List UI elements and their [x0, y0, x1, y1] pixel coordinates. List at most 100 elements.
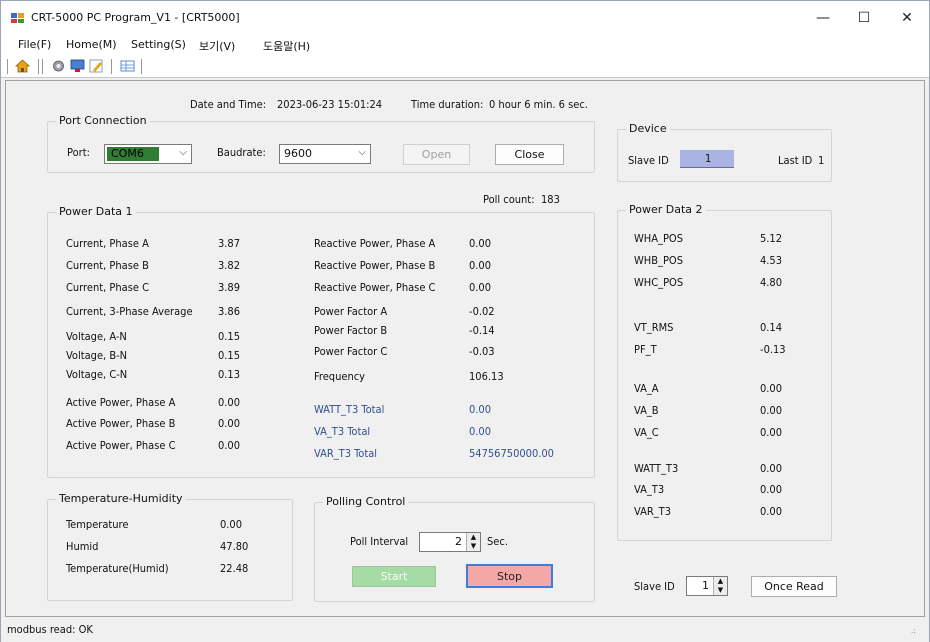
data-label: Humid: [66, 540, 99, 553]
menu-setting[interactable]: Setting(S): [131, 38, 186, 51]
power-data-2-title: Power Data 2: [626, 203, 706, 216]
data-label: Voltage, C-N: [66, 368, 128, 381]
table-icon[interactable]: [120, 59, 135, 73]
monitor-icon[interactable]: [70, 59, 85, 73]
data-value: 106.13: [469, 370, 504, 383]
window-title: CRT-5000 PC Program_V1 - [CRT5000]: [31, 11, 240, 24]
stepper-arrows-icon[interactable]: ▲ ▼: [466, 533, 480, 551]
data-label: Current, 3-Phase Average: [66, 305, 193, 318]
port-connection-title: Port Connection: [56, 114, 150, 127]
data-label: WATT_T3 Total: [314, 403, 385, 416]
slave-id-field[interactable]: 1: [680, 150, 734, 168]
maximize-button[interactable]: ☐: [844, 7, 884, 29]
chevron-down-icon: ⌵: [179, 147, 187, 158]
close-button[interactable]: Close: [495, 144, 564, 165]
data-label: Active Power, Phase B: [66, 417, 176, 430]
data-label: Voltage, B-N: [66, 349, 128, 362]
start-button[interactable]: Start: [352, 566, 436, 587]
data-label: Active Power, Phase A: [66, 396, 176, 409]
poll-count-value: 183: [541, 193, 560, 206]
data-label: VAR_T3: [634, 505, 671, 518]
port-select[interactable]: COM6 ⌵: [104, 144, 192, 164]
menu-file[interactable]: File(F): [18, 38, 51, 51]
data-value: 0.00: [218, 439, 241, 452]
data-label: Reactive Power, Phase A: [314, 237, 436, 250]
datetime-label: Date and Time:: [190, 98, 267, 111]
port-connection-group: Port Connection Port: COM6 ⌵ Baudrate: 9…: [47, 114, 595, 173]
data-value: 3.87: [218, 237, 241, 250]
data-label: Temperature: [66, 518, 129, 531]
stop-button[interactable]: Stop: [466, 564, 553, 588]
data-value: 4.80: [760, 276, 783, 289]
resize-grip-icon[interactable]: .:: [911, 626, 916, 635]
port-label: Port:: [67, 146, 90, 159]
data-label: WHC_POS: [634, 276, 684, 289]
menu-view[interactable]: 보기(V): [199, 38, 235, 54]
data-value: 47.80: [220, 540, 249, 553]
data-value: 0.00: [469, 403, 492, 416]
last-id-label: Last ID: [778, 154, 813, 167]
data-label: Power Factor A: [314, 305, 388, 318]
status-text: modbus read: OK: [7, 623, 93, 636]
menu-bar: File(F) Home(M) Setting(S) 보기(V) 도움말(H): [1, 35, 929, 55]
minimize-button[interactable]: —: [803, 7, 843, 29]
toolbar-separator: [141, 59, 142, 74]
poll-count-label: Poll count:: [483, 193, 535, 206]
poll-interval-stepper[interactable]: 2 ▲ ▼: [419, 532, 481, 552]
data-label: WHB_POS: [634, 254, 684, 267]
poll-interval-unit: Sec.: [487, 535, 508, 548]
chevron-down-icon: ⌵: [358, 147, 366, 158]
menu-help[interactable]: 도움말(H): [263, 38, 310, 54]
slave-id-stepper[interactable]: 1 ▲ ▼: [686, 576, 728, 596]
device-group: Device Slave ID 1 Last ID 1: [617, 122, 832, 182]
open-button[interactable]: Open: [403, 144, 470, 165]
slave-id-value: 1: [705, 152, 712, 165]
baudrate-label: Baudrate:: [217, 146, 266, 159]
data-label: Current, Phase C: [66, 281, 150, 294]
data-label: WHA_POS: [634, 232, 683, 245]
poll-interval-value: 2: [455, 535, 462, 548]
duration-label: Time duration:: [411, 98, 484, 111]
last-id-value: 1: [818, 154, 825, 167]
data-value: 22.48: [220, 562, 249, 575]
data-label: PF_T: [634, 343, 657, 356]
duration-value: 0 hour 6 min. 6 sec.: [489, 98, 588, 111]
app-icon: [11, 13, 24, 23]
gear-icon[interactable]: [51, 59, 66, 73]
data-value: 0.00: [760, 404, 783, 417]
data-value: 0.00: [760, 462, 783, 475]
toolbar-grip: [7, 59, 8, 74]
temperature-humidity-title: Temperature-Humidity: [56, 492, 186, 505]
slave-id-read-label: Slave ID: [634, 580, 675, 593]
data-label: Active Power, Phase C: [66, 439, 176, 452]
data-value: -0.14: [469, 324, 495, 337]
data-value: 0.00: [760, 426, 783, 439]
data-value: 0.00: [760, 505, 783, 518]
baudrate-select[interactable]: 9600 ⌵: [279, 144, 371, 164]
menu-home[interactable]: Home(M): [66, 38, 117, 51]
data-label: Reactive Power, Phase C: [314, 281, 436, 294]
data-value: -0.13: [760, 343, 786, 356]
stepper-arrows-icon[interactable]: ▲ ▼: [713, 577, 727, 595]
data-label: VA_T3 Total: [314, 425, 371, 438]
data-value: -0.03: [469, 345, 495, 358]
data-label: VA_B: [634, 404, 659, 417]
title-bar: CRT-5000 PC Program_V1 - [CRT5000] — ☐ ✕: [1, 1, 929, 35]
power-data-1-group: Power Data 1 Current, Phase A 3.87 Curre…: [47, 205, 595, 478]
home-icon[interactable]: [15, 59, 30, 73]
port-value: COM6: [111, 147, 144, 160]
data-value: 0.00: [220, 518, 243, 531]
data-label: Power Factor B: [314, 324, 388, 337]
device-title: Device: [626, 122, 670, 135]
once-read-button[interactable]: Once Read: [751, 576, 837, 597]
close-window-button[interactable]: ✕: [887, 7, 927, 29]
data-label: Current, Phase B: [66, 259, 149, 272]
polling-control-title: Polling Control: [323, 495, 409, 508]
polling-control-group: Polling Control Poll Interval 2 ▲ ▼ Sec. …: [314, 495, 595, 602]
toolbar-separator: [38, 59, 39, 74]
edit-icon[interactable]: [89, 59, 104, 73]
toolbar: [1, 55, 929, 78]
data-label: Reactive Power, Phase B: [314, 259, 436, 272]
data-value: 3.89: [218, 281, 241, 294]
data-value: 0.00: [760, 483, 783, 496]
